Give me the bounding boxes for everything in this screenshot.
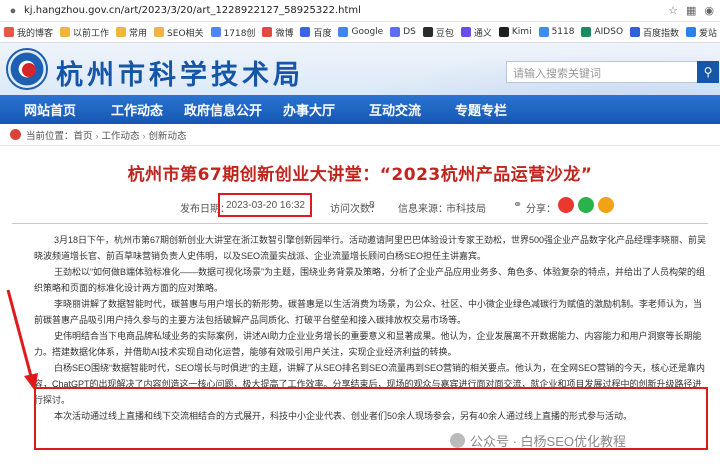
address-bar-actions: ☆ ▦ ◉ bbox=[668, 4, 714, 17]
site-header: 杭州市科学技术局 请输入搜索关键词 ⚲ bbox=[0, 43, 720, 95]
bookmark-item[interactable]: 百度 bbox=[300, 26, 331, 39]
bookmark-label: 爱站 bbox=[699, 28, 718, 39]
bookmark-label: 我的博客 bbox=[17, 28, 54, 39]
bookmark-item[interactable]: 豆包 bbox=[422, 26, 454, 39]
bookmark-item[interactable]: 微博 bbox=[262, 26, 293, 39]
breadcrumb-items: 首页 › 工作动态 › 创新动态 bbox=[74, 128, 187, 142]
chevron-right-icon: › bbox=[95, 130, 99, 141]
breadcrumb-link[interactable]: 首页 bbox=[74, 131, 93, 142]
bookmark-favicon-icon bbox=[210, 27, 221, 37]
breadcrumb-label: 当前位置： bbox=[26, 130, 74, 142]
site-logo[interactable] bbox=[6, 48, 48, 90]
bookmark-favicon-icon bbox=[154, 27, 165, 37]
nav-item[interactable]: 互动交流 bbox=[352, 100, 438, 119]
article-paragraph: 史伟明结合当下电商品牌私域业务的实际案例，讲述AI助力企业业务增长的重要意义和显… bbox=[34, 331, 702, 357]
bookmark-item[interactable]: 以前工作 bbox=[60, 26, 109, 39]
bookmark-favicon-icon bbox=[300, 27, 311, 37]
article-meta: 发布日期： 2023-03-20 16:32 访问次数： 8 信息来源： 市科技… bbox=[0, 191, 720, 221]
browser-address-bar: ● kj.hangzhou.gov.cn/art/2023/3/20/art_1… bbox=[0, 0, 720, 22]
bookmark-item[interactable]: AIDSO bbox=[581, 27, 623, 37]
bookmark-label: 微博 bbox=[275, 28, 294, 39]
bookmark-item[interactable]: 通义 bbox=[460, 26, 492, 39]
bookmark-favicon-icon bbox=[422, 27, 433, 37]
source-value: 市科技局 bbox=[446, 204, 486, 215]
search-icon[interactable]: ⚲ bbox=[697, 61, 719, 83]
bookmark-label: DS bbox=[403, 27, 416, 37]
bookmark-item[interactable]: 百度指数 bbox=[630, 26, 679, 39]
nav-item[interactable]: 专题专栏 bbox=[438, 100, 524, 119]
visits-count: 8 bbox=[369, 200, 375, 211]
bookmark-star-icon[interactable]: ☆ bbox=[668, 4, 678, 17]
location-icon bbox=[10, 129, 21, 140]
bookmark-item[interactable]: DS bbox=[390, 27, 416, 37]
breadcrumb-link[interactable]: 工作动态 bbox=[102, 131, 140, 142]
bookmark-favicon-icon bbox=[581, 27, 592, 37]
bookmark-favicon-icon bbox=[262, 27, 273, 37]
article-title: 杭州市第67期创新创业大讲堂：“2023杭州产品运营沙龙” bbox=[127, 165, 593, 185]
bookmark-favicon-icon bbox=[630, 27, 641, 37]
nav-item[interactable]: 办事大厅 bbox=[266, 100, 352, 119]
share-label: 分享： bbox=[526, 204, 556, 215]
nav-item[interactable]: 网站首页 bbox=[24, 100, 94, 119]
bookmark-item[interactable]: 我的博客 bbox=[4, 26, 53, 39]
site-info-icon[interactable]: ● bbox=[6, 4, 20, 18]
bookmark-label: 5118 bbox=[551, 27, 575, 37]
nav-item[interactable]: 政府信息公开 bbox=[180, 100, 266, 119]
bookmark-label: 常用 bbox=[129, 28, 148, 39]
bookmark-item[interactable]: 爱站 bbox=[686, 26, 717, 39]
wechat-account-icon bbox=[450, 433, 465, 448]
bookmark-favicon-icon bbox=[460, 27, 471, 37]
bookmark-favicon-icon bbox=[538, 27, 549, 37]
share-icon[interactable]: ⚭ bbox=[513, 198, 522, 211]
bookmark-label: Kimi bbox=[511, 27, 532, 37]
bookmark-item[interactable]: 常用 bbox=[116, 26, 147, 39]
bookmark-label: 以前工作 bbox=[73, 28, 110, 39]
date-highlight-box bbox=[218, 193, 312, 217]
breadcrumb: 当前位置： 首页 › 工作动态 › 创新动态 bbox=[0, 124, 720, 146]
bookmark-item[interactable]: Kimi bbox=[498, 27, 532, 37]
bookmark-item[interactable]: Google bbox=[338, 27, 383, 37]
bookmarks-bar: 我的博客 以前工作 常用 SEO相关 1718创 微博 百度 Google DS 豆包 通义 Kimi… bbox=[0, 22, 720, 43]
bookmark-item[interactable]: 1718创 bbox=[210, 26, 256, 39]
watermark-text: 公众号 · 白杨SEO优化教程 bbox=[470, 434, 627, 449]
wechat-icon[interactable] bbox=[578, 197, 594, 213]
bookmark-label: Google bbox=[351, 27, 384, 37]
bookmark-label: 百度指数 bbox=[643, 28, 680, 39]
bookmark-favicon-icon bbox=[498, 27, 509, 37]
bookmark-favicon-icon bbox=[4, 27, 14, 37]
breadcrumb-link[interactable]: 创新动态 bbox=[149, 131, 187, 142]
bookmark-label: AIDSO bbox=[594, 27, 624, 37]
bookmark-label: 1718创 bbox=[223, 28, 256, 39]
extensions-icon[interactable]: ▦ bbox=[686, 4, 696, 17]
bookmark-item[interactable]: SEO相关 bbox=[154, 26, 204, 39]
bookmark-favicon-icon bbox=[60, 27, 71, 37]
url-field[interactable]: kj.hangzhou.gov.cn/art/2023/3/20/art_122… bbox=[24, 5, 668, 16]
source-label: 信息来源： bbox=[398, 204, 448, 215]
article-paragraph: 3月18日下午，杭州市第67期创新创业大讲堂在浙江数智引擎创新园举行。活动邀请阿… bbox=[34, 235, 707, 261]
bookmark-label: SEO相关 bbox=[167, 28, 204, 39]
title-divider bbox=[12, 223, 708, 224]
site-title[interactable]: 杭州市科学技术局 bbox=[56, 53, 304, 92]
bookmark-label: 通义 bbox=[473, 28, 492, 39]
bookmark-label: 百度 bbox=[313, 28, 332, 39]
nav-item[interactable]: 工作动态 bbox=[94, 100, 180, 119]
chevron-right-icon: › bbox=[142, 130, 146, 141]
bookmark-favicon-icon bbox=[390, 27, 401, 37]
bookmark-favicon-icon bbox=[116, 27, 127, 37]
annotation-arrow-icon bbox=[6, 289, 38, 391]
search-input[interactable]: 请输入搜索关键词 bbox=[506, 61, 698, 83]
main-nav: 网站首页 工作动态 政府信息公开 办事大厅 互动交流 专题专栏 bbox=[0, 95, 720, 124]
bookmark-item[interactable]: 5118 bbox=[538, 27, 575, 37]
article-paragraph: 王劲松以“如何做B端体验标准化——数据可视化场景”为主题，围绕业务背景及策略，分… bbox=[34, 267, 706, 293]
qzone-icon[interactable] bbox=[598, 197, 614, 213]
bookmark-favicon-icon bbox=[338, 27, 349, 37]
bookmark-label: 豆包 bbox=[435, 28, 454, 39]
weibo-icon[interactable] bbox=[558, 197, 574, 213]
watermark: 公众号 · 白杨SEO优化教程 bbox=[450, 431, 626, 450]
bookmark-favicon-icon bbox=[686, 27, 697, 37]
profile-icon[interactable]: ◉ bbox=[704, 4, 714, 17]
article-paragraph: 李晓丽讲解了数据智能时代，碳普惠与用户增长的新形势。碳普惠是以生活消费为场景，为… bbox=[34, 299, 703, 325]
